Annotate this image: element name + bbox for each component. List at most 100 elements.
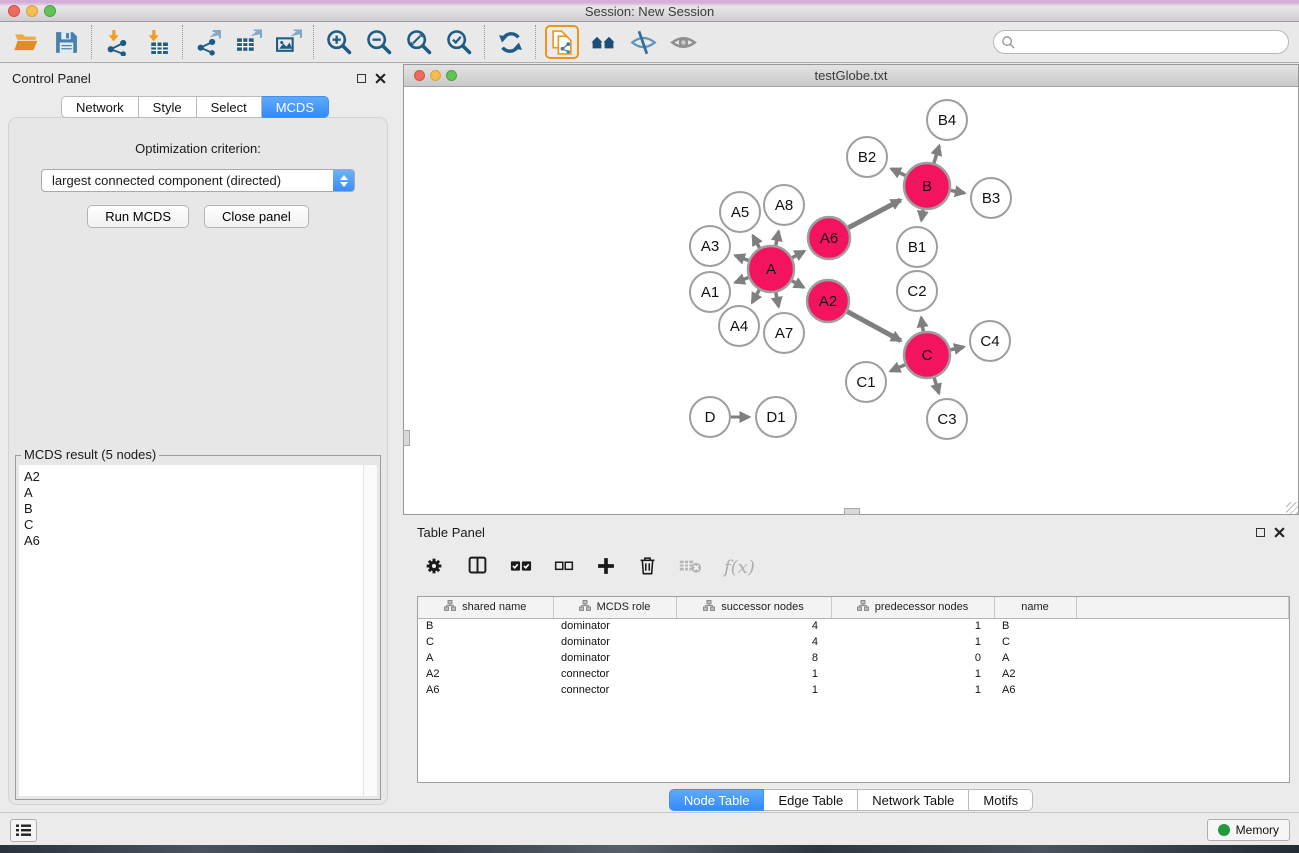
- zoom-button[interactable]: [446, 70, 457, 81]
- export-table-icon[interactable]: [232, 26, 264, 58]
- splitter-grip[interactable]: [844, 508, 860, 515]
- graph-node-A4[interactable]: A4: [719, 306, 759, 346]
- table-cell[interactable]: dominator: [553, 618, 676, 634]
- table-cell[interactable]: B: [994, 618, 1076, 634]
- table-cell[interactable]: 4: [676, 634, 831, 650]
- graph-edge[interactable]: [792, 281, 804, 288]
- graph-node-A2[interactable]: A2: [807, 280, 849, 322]
- table-cell[interactable]: A2: [994, 666, 1076, 682]
- graph-node-C2[interactable]: C2: [897, 271, 937, 311]
- open-session-icon[interactable]: [10, 26, 42, 58]
- column-header[interactable]: shared name: [418, 597, 553, 618]
- graph-edge[interactable]: [921, 318, 923, 332]
- tab-network[interactable]: Network: [61, 96, 139, 118]
- table-cell[interactable]: A: [418, 650, 553, 666]
- minimize-button[interactable]: [430, 70, 441, 81]
- table-cell[interactable]: C: [994, 634, 1076, 650]
- tab-edge-table[interactable]: Edge Table: [764, 789, 858, 811]
- table-cell[interactable]: A6: [994, 682, 1076, 698]
- result-item[interactable]: A2: [24, 469, 377, 485]
- tab-network-table[interactable]: Network Table: [858, 789, 969, 811]
- graph-edge[interactable]: [752, 290, 759, 303]
- table-settings-gear-icon[interactable]: [423, 555, 445, 580]
- result-item[interactable]: B: [24, 501, 377, 517]
- table-cell[interactable]: dominator: [553, 650, 676, 666]
- column-header[interactable]: successor nodes: [676, 597, 831, 618]
- tab-select[interactable]: Select: [197, 96, 262, 118]
- table-cell[interactable]: 0: [831, 650, 994, 666]
- unselect-all-columns-icon[interactable]: [554, 560, 574, 575]
- result-item[interactable]: A6: [24, 533, 377, 549]
- table-cell[interactable]: 1: [831, 634, 994, 650]
- run-mcds-button[interactable]: Run MCDS: [87, 205, 189, 228]
- close-panel-button[interactable]: Close panel: [204, 205, 309, 228]
- graph-node-A1[interactable]: A1: [690, 272, 730, 312]
- graph-edge[interactable]: [951, 190, 965, 193]
- table-cell[interactable]: connector: [553, 666, 676, 682]
- column-header[interactable]: MCDS role: [553, 597, 676, 618]
- graph-node-C3[interactable]: C3: [927, 399, 967, 439]
- table-row[interactable]: Cdominator41C: [418, 634, 1289, 650]
- graph-node-D[interactable]: D: [690, 397, 730, 437]
- table-cell[interactable]: 1: [831, 682, 994, 698]
- table-cell[interactable]: A2: [418, 666, 553, 682]
- search-input[interactable]: [1016, 32, 1288, 52]
- table-row[interactable]: A6connector11A6: [418, 682, 1289, 698]
- table-cell[interactable]: 1: [831, 618, 994, 634]
- close-panel-icon[interactable]: [375, 73, 386, 84]
- graph-node-B2[interactable]: B2: [847, 137, 887, 177]
- graph-edge[interactable]: [792, 251, 804, 257]
- graph-node-A3[interactable]: A3: [690, 226, 730, 266]
- graph-node-A[interactable]: A: [748, 246, 794, 292]
- create-column-plus-icon[interactable]: [596, 556, 616, 579]
- search-box[interactable]: [993, 30, 1289, 54]
- graph-edge[interactable]: [934, 146, 939, 163]
- graph-edge[interactable]: [934, 378, 939, 393]
- hide-edges-icon[interactable]: [627, 26, 659, 58]
- zoom-button[interactable]: [44, 5, 56, 17]
- graph-edge[interactable]: [921, 210, 923, 221]
- export-network-icon[interactable]: [192, 26, 224, 58]
- tab-motifs[interactable]: Motifs: [969, 789, 1033, 811]
- tab-style[interactable]: Style: [139, 96, 197, 118]
- float-panel-icon[interactable]: [1256, 528, 1265, 537]
- home-icon[interactable]: [587, 26, 619, 58]
- close-button[interactable]: [8, 5, 20, 17]
- graph-edge[interactable]: [847, 312, 900, 341]
- dropdown-stepper-icon[interactable]: [333, 170, 354, 191]
- table-cell[interactable]: 8: [676, 650, 831, 666]
- graph-edge[interactable]: [776, 293, 779, 307]
- tab-mcds[interactable]: MCDS: [262, 96, 329, 118]
- table-cell[interactable]: 1: [676, 666, 831, 682]
- memory-button[interactable]: Memory: [1207, 819, 1290, 841]
- mcds-result-list[interactable]: A2ABCA6: [19, 465, 377, 796]
- graph-node-C[interactable]: C: [904, 332, 950, 378]
- graph-node-A7[interactable]: A7: [764, 313, 804, 353]
- graph-edge[interactable]: [735, 256, 748, 261]
- graph-edge[interactable]: [950, 347, 963, 350]
- graph-edge[interactable]: [848, 200, 900, 228]
- minimize-button[interactable]: [26, 5, 38, 17]
- scrollbar[interactable]: [363, 465, 377, 796]
- graph-node-B3[interactable]: B3: [971, 178, 1011, 218]
- graph-node-A6[interactable]: A6: [808, 217, 850, 259]
- zoom-fit-icon[interactable]: [403, 26, 435, 58]
- table-cell[interactable]: A: [994, 650, 1076, 666]
- table-cell[interactable]: C: [418, 634, 553, 650]
- table-cell[interactable]: A6: [418, 682, 553, 698]
- table-cell[interactable]: 4: [676, 618, 831, 634]
- network-canvas[interactable]: B4B2BB3A5A8A6A3B1AA1C2A2A4A7C4CC1C3DD1: [404, 87, 1298, 514]
- select-all-columns-icon[interactable]: [510, 559, 532, 576]
- result-item[interactable]: C: [24, 517, 377, 533]
- table-cell[interactable]: connector: [553, 682, 676, 698]
- graph-edge[interactable]: [776, 231, 779, 245]
- save-session-icon[interactable]: [50, 26, 82, 58]
- table-cell[interactable]: 1: [831, 666, 994, 682]
- table-cell[interactable]: 1: [676, 682, 831, 698]
- close-button[interactable]: [414, 70, 425, 81]
- graph-node-C4[interactable]: C4: [970, 321, 1010, 361]
- splitter-grip[interactable]: [403, 430, 410, 446]
- apply-layout-icon[interactable]: [494, 26, 526, 58]
- graph-node-D1[interactable]: D1: [756, 397, 796, 437]
- tab-node-table[interactable]: Node Table: [669, 789, 765, 811]
